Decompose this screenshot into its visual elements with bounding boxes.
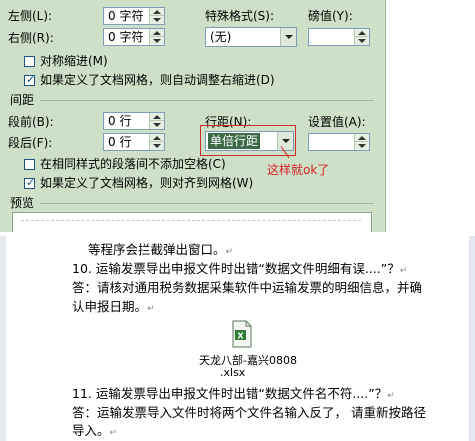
preview-section-title: 预览 [10, 196, 35, 210]
spin-arrows-icon[interactable] [354, 134, 369, 150]
section-divider [40, 203, 374, 204]
dropdown-arrow-icon[interactable] [280, 28, 296, 46]
spin-arrows-icon[interactable] [149, 134, 164, 150]
preview-pane [12, 212, 372, 232]
checkbox-checked-icon[interactable]: ✓ [24, 176, 35, 189]
checkbox-empty-icon[interactable] [24, 56, 35, 67]
mirror-indent-label: 对称缩进(M) [40, 54, 108, 68]
spin-arrows-icon[interactable] [149, 8, 164, 24]
special-format-label: 特殊格式(S): [205, 9, 275, 23]
space-after-label: 段后(F): [8, 136, 53, 150]
excel-file-icon[interactable]: X [231, 320, 253, 348]
measure-spinner[interactable] [308, 28, 370, 46]
no-space-same-style-label: 在相同样式的段落间不添加空格(C) [40, 157, 226, 171]
doc-item11-question: 11. 运输发票导出申报文件时出错“数据文件名不符....”？↵ [72, 386, 395, 401]
annotation-text: 这样就ok了 [267, 163, 330, 177]
setting-value-spinner[interactable] [308, 133, 370, 151]
space-after-spinner[interactable]: 0 行 [103, 133, 165, 151]
spin-arrows-icon[interactable] [149, 29, 164, 45]
paragraph-dialog: 左侧(L): 0 字符 特殊格式(S): 磅值(Y): 右侧(R): 0 字符 … [0, 0, 386, 232]
spacing-section-title: 间距 [10, 93, 35, 107]
snap-to-grid-label: 如果定义了文档网格，则对齐到网格(W) [40, 176, 254, 190]
measure-label: 磅值(Y): [308, 9, 353, 23]
right-indent-label: 右侧(R): [8, 31, 54, 45]
left-indent-spinner[interactable]: 0 字符 [103, 7, 165, 25]
section-divider [40, 100, 374, 101]
spin-arrows-icon[interactable] [354, 29, 369, 45]
svg-text:X: X [237, 332, 244, 341]
setting-value-label: 设置值(A): [308, 115, 366, 129]
space-before-spinner[interactable]: 0 行 [103, 112, 165, 130]
spin-arrows-icon[interactable] [149, 113, 164, 129]
document-page: 等程序会拦截弹出窗口。↵ 10. 运输发票导出申报文件时出错“数据文件明细有误.… [0, 236, 475, 441]
left-indent-value: 0 字符 [108, 9, 144, 23]
doc-item10-question: 10. 运输发票导出申报文件时出错“数据文件明细有误....”？↵ [72, 261, 408, 276]
page-margin-right [469, 236, 475, 441]
right-indent-spinner[interactable]: 0 字符 [103, 28, 165, 46]
auto-right-indent-label: 如果定义了文档网格，则自动调整右缩进(D) [40, 73, 275, 87]
doc-item10-answer: 答：请核对通用税务数据采集软件中运输发票的明细信息，并确 [72, 280, 423, 295]
file-name-line2[interactable]: .xlsx [220, 366, 245, 379]
special-format-value: (无) [210, 30, 232, 44]
checkbox-checked-icon[interactable]: ✓ [24, 73, 35, 86]
doc-line: 等程序会拦截弹出窗口。↵ [88, 242, 234, 257]
doc-item11-answer: 答：运输发票导入文件时将两个文件名输入反了， 请重新按路径 [72, 405, 426, 420]
file-name-line1[interactable]: 天龙八部-嘉兴0808 [199, 352, 297, 368]
space-before-label: 段前(B): [8, 115, 54, 129]
doc-item11-answer-cont: 导入。↵ [72, 423, 118, 438]
space-before-value: 0 行 [108, 114, 132, 128]
page-margin-left [0, 236, 6, 441]
right-indent-value: 0 字符 [108, 30, 144, 44]
space-after-value: 0 行 [108, 135, 132, 149]
doc-item10-answer-cont: 认申报日期。↵ [72, 299, 155, 314]
red-highlight-box [200, 125, 296, 156]
checkbox-empty-icon[interactable] [24, 159, 35, 170]
special-format-select[interactable]: (无) [205, 27, 297, 47]
left-indent-label: 左侧(L): [8, 9, 53, 23]
